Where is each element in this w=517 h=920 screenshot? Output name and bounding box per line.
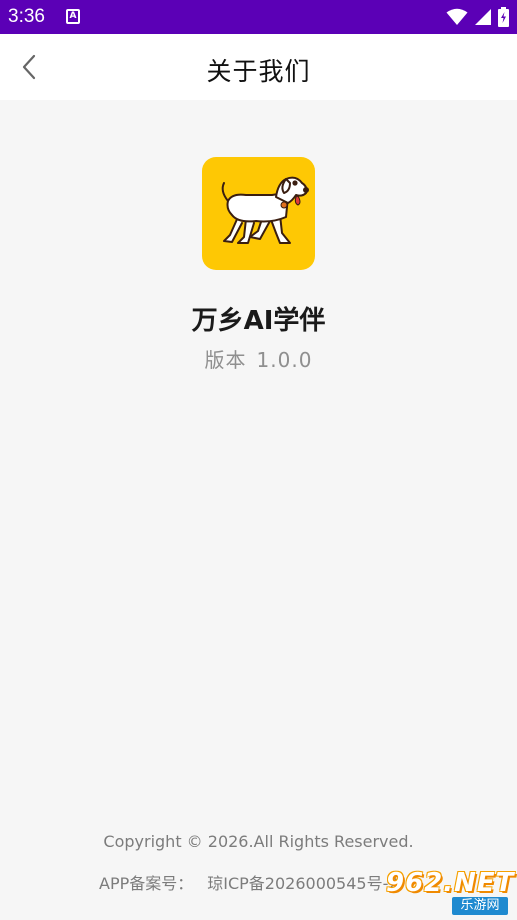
copyright-text: Copyright © 2026.All Rights Reserved. xyxy=(103,832,414,851)
page-title: 关于我们 xyxy=(206,57,311,86)
icp-record: APP备案号： 琼ICP备2026000545号-2 xyxy=(99,870,399,894)
app-version: 版本 1.0.0 xyxy=(0,344,517,373)
icp-label: APP备案号： xyxy=(99,874,194,893)
watermark-logo: 962.NET xyxy=(386,868,515,898)
notification-icon: A xyxy=(66,9,80,24)
app-name: 万乡AI学伴 xyxy=(191,306,326,336)
status-indicators xyxy=(446,7,509,27)
app-header: 关于我们 xyxy=(0,34,517,100)
version-value: 1.0.0 xyxy=(256,348,313,372)
app-logo xyxy=(202,157,315,270)
watermark: 962.NET 乐游网 xyxy=(378,866,517,920)
wifi-icon xyxy=(446,8,468,25)
dog-logo-icon xyxy=(221,176,309,244)
icp-value: 琼ICP备2026000545号-2 xyxy=(207,874,399,893)
version-label: 版本 xyxy=(204,348,247,372)
status-bar: 3:36 A xyxy=(0,0,517,34)
watermark-label: 乐游网 xyxy=(452,897,508,915)
signal-icon xyxy=(475,9,491,25)
status-time: 3:36 xyxy=(8,6,45,27)
battery-icon xyxy=(498,7,509,27)
